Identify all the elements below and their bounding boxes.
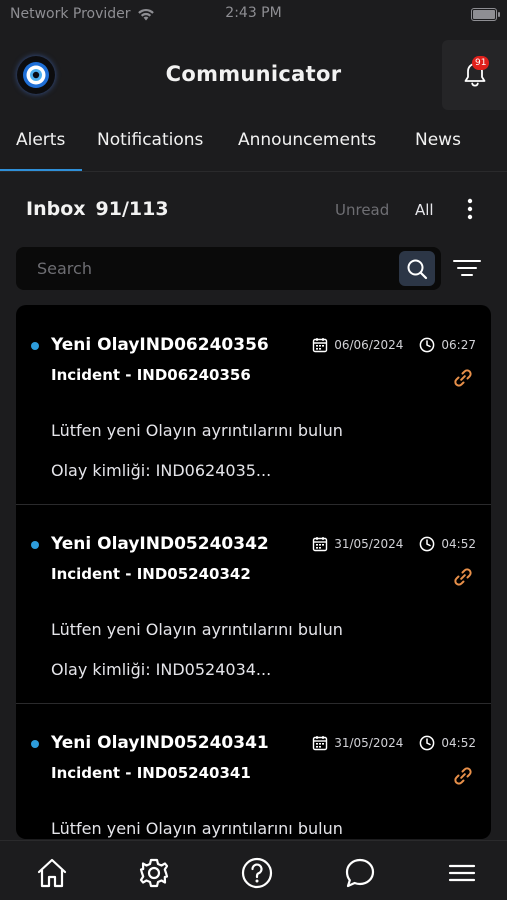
tab-bar: Alerts Notifications Announcements News	[0, 124, 507, 172]
alert-time: 06:27	[441, 338, 476, 352]
filter-lines-icon	[453, 260, 481, 276]
carrier-label: Network Provider	[10, 6, 131, 22]
menu-icon	[448, 864, 476, 882]
alert-card[interactable]: Yeni OlayIND05240342 Incident - IND05240…	[16, 504, 491, 704]
filter-unread-button[interactable]: Unread	[335, 201, 389, 219]
alert-body-line1: Lütfen yeni Olayın ayrıntılarını bulun	[51, 819, 343, 838]
clock-icon	[420, 735, 435, 751]
search-input[interactable]	[16, 247, 396, 290]
help-icon	[241, 857, 273, 889]
clock-icon	[420, 337, 435, 353]
clock-icon	[420, 536, 435, 552]
alerts-list: Yeni OlayIND06240356 Incident - IND06240…	[16, 305, 491, 839]
unread-dot	[31, 740, 39, 748]
nav-help[interactable]	[237, 853, 277, 893]
calendar-icon	[313, 537, 328, 552]
alert-card[interactable]: Yeni OlayIND05240341 Incident - IND05240…	[16, 703, 491, 839]
tab-news[interactable]: News	[415, 130, 461, 150]
notifications-button[interactable]: 91	[442, 40, 507, 110]
home-icon	[37, 858, 67, 888]
alert-title: Yeni OlayIND05240342	[51, 534, 269, 554]
search-button[interactable]	[399, 251, 435, 286]
alert-subtitle: Incident - IND05240342	[51, 565, 251, 583]
notification-badge: 91	[472, 56, 490, 70]
more-options-button[interactable]	[458, 194, 482, 224]
alert-subtitle: Incident - IND05240341	[51, 764, 251, 782]
nav-chat[interactable]	[340, 853, 380, 893]
tab-notifications[interactable]: Notifications	[97, 130, 203, 150]
link-icon[interactable]	[452, 367, 474, 389]
tab-announcements[interactable]: Announcements	[238, 130, 376, 150]
calendar-icon	[313, 736, 328, 751]
filter-all-button[interactable]: All	[415, 201, 434, 219]
gear-icon	[139, 858, 169, 888]
more-vertical-icon	[467, 198, 473, 220]
alert-body-line1: Lütfen yeni Olayın ayrıntılarını bulun	[51, 421, 343, 440]
alert-datetime: 31/05/2024 04:52	[312, 735, 476, 751]
link-icon[interactable]	[452, 765, 474, 787]
app-header: Communicator 91	[0, 28, 507, 124]
alert-time: 04:52	[441, 537, 476, 551]
alert-date: 31/05/2024	[334, 736, 404, 750]
tabs-divider	[0, 171, 507, 172]
bottom-nav	[0, 840, 507, 900]
inbox-count: 91/113	[95, 198, 169, 220]
wifi-icon	[137, 8, 154, 20]
sort-filter-button[interactable]	[450, 252, 484, 284]
alert-subtitle: Incident - IND06240356	[51, 366, 251, 384]
nav-settings[interactable]	[134, 853, 174, 893]
link-icon[interactable]	[452, 566, 474, 588]
alert-card[interactable]: Yeni OlayIND06240356 Incident - IND06240…	[16, 305, 491, 505]
alert-date: 06/06/2024	[334, 338, 404, 352]
nav-home[interactable]	[32, 853, 72, 893]
status-left: Network Provider	[10, 6, 155, 22]
alert-title: Yeni OlayIND05240341	[51, 733, 269, 753]
alert-date: 31/05/2024	[334, 537, 404, 551]
alert-datetime: 31/05/2024 04:52	[312, 536, 476, 552]
alert-datetime: 06/06/2024 06:27	[312, 337, 476, 353]
battery-icon	[471, 7, 500, 21]
tab-alerts[interactable]: Alerts	[16, 130, 65, 150]
nav-menu[interactable]	[442, 853, 482, 893]
alert-body-line1: Lütfen yeni Olayın ayrıntılarını bulun	[51, 620, 343, 639]
alert-time: 04:52	[441, 736, 476, 750]
alert-body-line2: Olay kimliği: IND0624035...	[51, 461, 272, 480]
inbox-header: Inbox 91/113 Unread All	[0, 188, 507, 232]
app-title: Communicator	[165, 62, 342, 86]
unread-dot	[31, 342, 39, 350]
search-bar	[16, 247, 441, 290]
chat-icon	[345, 858, 375, 888]
search-icon	[407, 259, 428, 279]
alert-title: Yeni OlayIND06240356	[51, 335, 269, 355]
unread-dot	[31, 541, 39, 549]
status-bar: Network Provider 2:43 PM	[0, 0, 507, 28]
calendar-icon	[313, 338, 328, 353]
inbox-label: Inbox	[26, 198, 86, 220]
alert-body-line2: Olay kimliği: IND0524034...	[51, 660, 272, 679]
inbox-title: Inbox 91/113	[26, 198, 169, 220]
